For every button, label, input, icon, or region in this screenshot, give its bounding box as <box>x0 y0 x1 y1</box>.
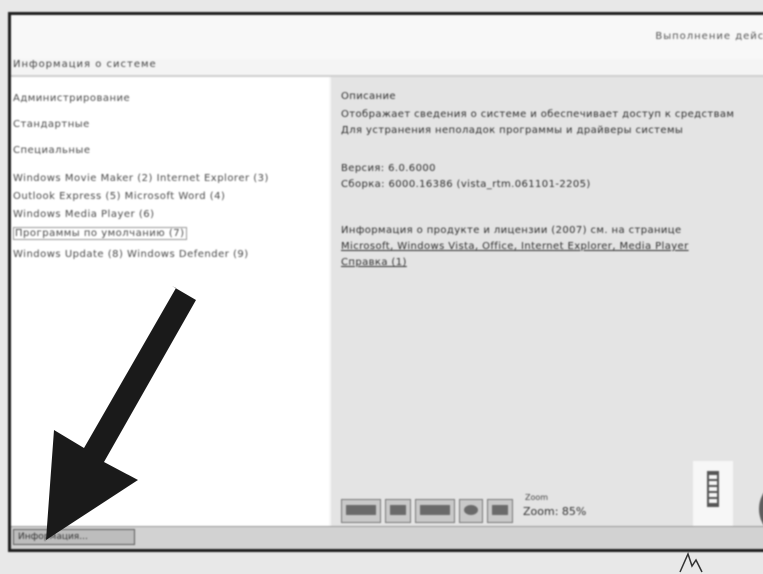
zoom-control[interactable]: Zoom Zoom: 85% <box>523 493 599 523</box>
mouse-cursor-icon <box>679 551 703 573</box>
details-line-2: Для устранения неполадок программы и дра… <box>341 125 684 136</box>
photo-frame: Выполнение действ Информация о системе А… <box>0 0 763 574</box>
grid-view-button[interactable] <box>487 499 513 523</box>
sidebar-item-update[interactable]: Windows Update (8) Windows Defender (9) <box>13 249 249 260</box>
taskbar-window-button[interactable]: Информация... <box>13 529 135 545</box>
details-line-1: Отображает сведения о системе и обеспечи… <box>341 109 735 120</box>
build-label: Сборка: 6000.16386 (vista_rtm.061101-220… <box>341 179 591 190</box>
level-widget[interactable] <box>693 461 733 531</box>
contrast-button[interactable] <box>459 499 483 523</box>
sidebar-item-special[interactable]: Специальные <box>13 145 90 156</box>
top-right-label: Выполнение действ <box>655 31 763 42</box>
top-strip: Выполнение действ <box>11 15 763 59</box>
list-view-button[interactable] <box>385 499 411 523</box>
view-mode-button[interactable] <box>341 499 381 523</box>
level-bars-icon <box>707 471 719 507</box>
sidebar-item-movie-maker[interactable]: Windows Movie Maker (2) Internet Explore… <box>13 173 269 184</box>
zoom-label: Zoom <box>525 493 549 502</box>
details-pane: Описание Отображает сведения о системе и… <box>331 77 763 547</box>
sidebar-item-standard[interactable]: Стандартные <box>13 119 90 130</box>
zoom-value: Zoom: 85% <box>523 505 587 518</box>
details-view-button[interactable] <box>415 499 455 523</box>
window-title: Информация о системе <box>13 59 157 70</box>
help-link[interactable]: Справка (1) <box>341 257 407 268</box>
details-heading: Описание <box>341 91 396 102</box>
cursor-outline <box>679 551 703 573</box>
sidebar: Администрирование Стандартные Специальны… <box>11 77 329 547</box>
view-toolbar: Zoom Zoom: 85% <box>341 493 599 523</box>
window-title-bar: Информация о системе <box>11 59 763 77</box>
sidebar-item-outlook[interactable]: Outlook Express (5) Microsoft Word (4) <box>13 191 225 202</box>
sidebar-item-media-player[interactable]: Windows Media Player (6) <box>13 209 155 220</box>
sidebar-item-admin[interactable]: Администрирование <box>13 93 130 104</box>
version-label: Версия: 6.0.6000 <box>341 163 436 174</box>
sidebar-item-defaults[interactable]: Программы по умолчанию (7) <box>13 227 187 240</box>
taskbar: Информация... <box>11 526 763 549</box>
product-links[interactable]: Microsoft, Windows Vista, Office, Intern… <box>341 241 689 252</box>
monitor-screen: Выполнение действ Информация о системе А… <box>8 12 763 552</box>
info-line: Информация о продукте и лицензии (2007) … <box>341 225 682 236</box>
